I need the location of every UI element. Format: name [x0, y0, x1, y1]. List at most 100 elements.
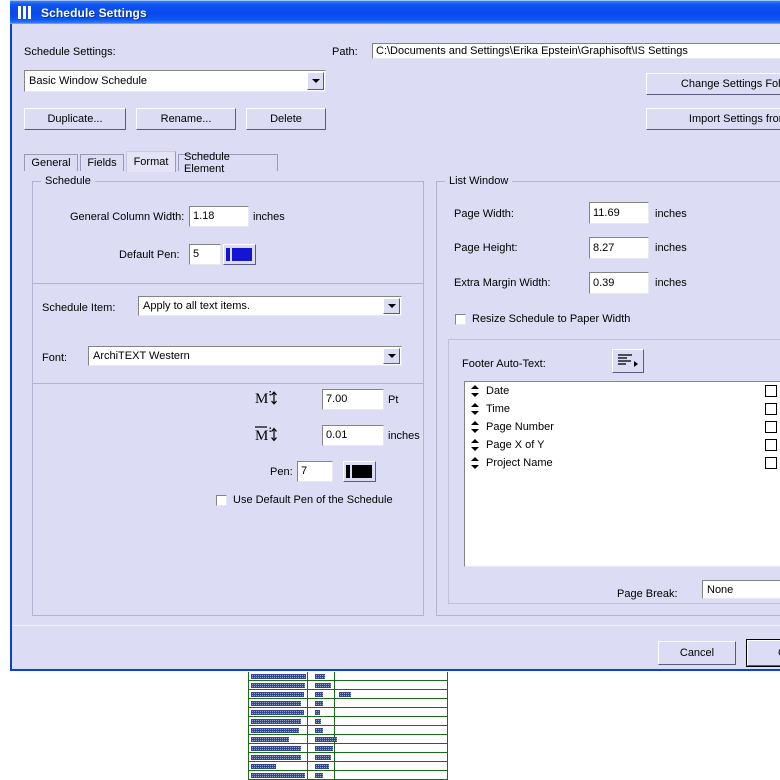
schedule-settings-dialog: Schedule Settings Schedule Settings: Pat…: [10, 0, 780, 671]
import-settings-from-button[interactable]: Import Settings from...: [646, 108, 780, 130]
general-column-width-unit: inches: [253, 211, 285, 223]
default-pen-swatch[interactable]: [223, 244, 256, 265]
font-combo[interactable]: ArchiTEXT Western: [88, 346, 402, 366]
reorder-handle-icon[interactable]: [470, 421, 479, 433]
chevron-down-icon[interactable]: [383, 348, 400, 364]
page-width-label: Page Width:: [454, 208, 514, 220]
tab-format[interactable]: Format: [126, 151, 176, 172]
reorder-handle-icon[interactable]: [470, 439, 479, 451]
list-item-checkbox[interactable]: [765, 421, 777, 433]
chevron-down-icon[interactable]: [307, 72, 324, 90]
duplicate-button[interactable]: Duplicate...: [24, 108, 126, 130]
list-item[interactable]: Page Number: [465, 418, 780, 436]
reorder-handle-icon[interactable]: [470, 457, 479, 469]
list-item-checkbox[interactable]: [765, 439, 777, 451]
table-row: [249, 753, 447, 762]
page-height-input[interactable]: 8.27: [589, 237, 649, 259]
pen-label: Pen:: [270, 466, 293, 478]
default-pen-label: Default Pen:: [119, 249, 180, 261]
title-bar: Schedule Settings: [10, 0, 780, 24]
schedule-group-divider-1: [33, 283, 423, 284]
list-item[interactable]: Time: [465, 400, 780, 418]
chevron-down-icon[interactable]: [383, 298, 400, 314]
columns-icon: [18, 6, 34, 19]
use-default-pen-checkbox[interactable]: [216, 494, 227, 506]
schedule-item-combo[interactable]: Apply to all text items.: [138, 296, 402, 316]
pen-stroke-swatch: [346, 465, 350, 478]
rename-button[interactable]: Rename...: [136, 108, 236, 130]
page-height-unit: inches: [655, 242, 687, 254]
font-label: Font:: [42, 352, 68, 364]
change-settings-folder-button[interactable]: Change Settings Folder...: [646, 73, 780, 95]
schedule-item-label: Schedule Item:: [42, 302, 116, 314]
font-combo-value: ArchiTEXT Western: [93, 350, 190, 362]
default-pen-input[interactable]: 5: [189, 244, 221, 265]
reorder-handle-icon[interactable]: [470, 385, 479, 397]
schedule-settings-combo[interactable]: Basic Window Schedule: [24, 70, 326, 92]
text-height-icon: M: [255, 425, 283, 443]
footer-autotext-list[interactable]: Date Time Page Number Page X of Y Project Na…: [464, 381, 780, 567]
path-field[interactable]: C:\Documents and Settings\Erika Epstein\…: [372, 43, 780, 59]
list-item-label: Page Number: [486, 421, 554, 433]
page-width-unit: inches: [655, 208, 687, 220]
page-break-label: Page Break:: [617, 588, 678, 600]
list-item[interactable]: Page X of Y: [465, 436, 780, 454]
table-row: [249, 672, 447, 681]
list-item-checkbox[interactable]: [765, 385, 777, 397]
tab-fields[interactable]: Fields: [80, 154, 124, 171]
tab-general[interactable]: General: [24, 154, 78, 171]
pen-color-swatch: [232, 248, 252, 261]
font-size-unit: Pt: [388, 394, 399, 406]
table-row: [249, 681, 447, 690]
footer-autotext-label: Footer Auto-Text:: [462, 358, 546, 370]
tab-schedule-element[interactable]: Schedule Element: [178, 151, 278, 175]
list-item-label: Project Name: [486, 457, 553, 469]
list-item[interactable]: Project Name: [465, 454, 780, 472]
svg-text:M: M: [255, 391, 268, 406]
use-default-pen-checkbox-row[interactable]: Use Default Pen of the Schedule: [216, 494, 393, 506]
schedule-group-title: Schedule: [41, 175, 95, 187]
schedule-group-divider-2: [33, 383, 423, 384]
window-title: Schedule Settings: [41, 5, 147, 20]
page-break-combo[interactable]: None: [702, 580, 780, 599]
table-row: [249, 690, 447, 699]
extra-margin-width-label: Extra Margin Width:: [454, 277, 551, 289]
page-height-label: Page Height:: [454, 242, 518, 254]
list-item-label: Page X of Y: [486, 439, 545, 451]
list-item-checkbox[interactable]: [765, 403, 777, 415]
page-width-input[interactable]: 11.69: [589, 202, 649, 224]
use-default-pen-label: Use Default Pen of the Schedule: [233, 494, 393, 506]
reorder-handle-icon[interactable]: [470, 403, 479, 415]
cancel-button[interactable]: Cancel: [658, 641, 736, 665]
list-item-label: Time: [486, 403, 511, 415]
list-item[interactable]: Date: [465, 382, 780, 400]
pen-swatch[interactable]: [343, 461, 376, 482]
extra-margin-width-input[interactable]: 0.39: [589, 272, 649, 294]
line-height-unit: inches: [388, 430, 420, 442]
footer-divider: [12, 625, 780, 626]
pen-input[interactable]: 7: [297, 461, 333, 482]
ok-button[interactable]: OK: [746, 639, 780, 667]
table-row: [249, 771, 447, 780]
list-window-group-title: List Window: [445, 175, 513, 187]
pen-stroke-swatch: [226, 248, 230, 261]
path-label: Path:: [332, 46, 358, 58]
resize-schedule-checkbox[interactable]: [455, 313, 466, 325]
background-schedule-table: [248, 672, 448, 780]
table-row: [249, 726, 447, 735]
line-height-input[interactable]: 0.01: [322, 425, 384, 446]
list-item-checkbox[interactable]: [765, 457, 777, 469]
svg-text:M: M: [255, 428, 268, 443]
font-size-input[interactable]: 7.00: [322, 389, 384, 410]
delete-button[interactable]: Delete: [246, 108, 326, 130]
resize-schedule-checkbox-row[interactable]: Resize Schedule to Paper Width: [455, 313, 630, 325]
ok-button-label: OK: [747, 640, 780, 666]
table-row: [249, 744, 447, 753]
general-column-width-input[interactable]: 1.18: [189, 206, 249, 227]
schedule-settings-label: Schedule Settings:: [24, 46, 116, 58]
text-align-left-menu-icon[interactable]: [612, 349, 644, 373]
table-row: [249, 708, 447, 717]
general-column-width-label: General Column Width:: [70, 211, 185, 223]
pen-color-swatch: [352, 465, 372, 478]
schedule-settings-combo-value: Basic Window Schedule: [29, 75, 148, 87]
